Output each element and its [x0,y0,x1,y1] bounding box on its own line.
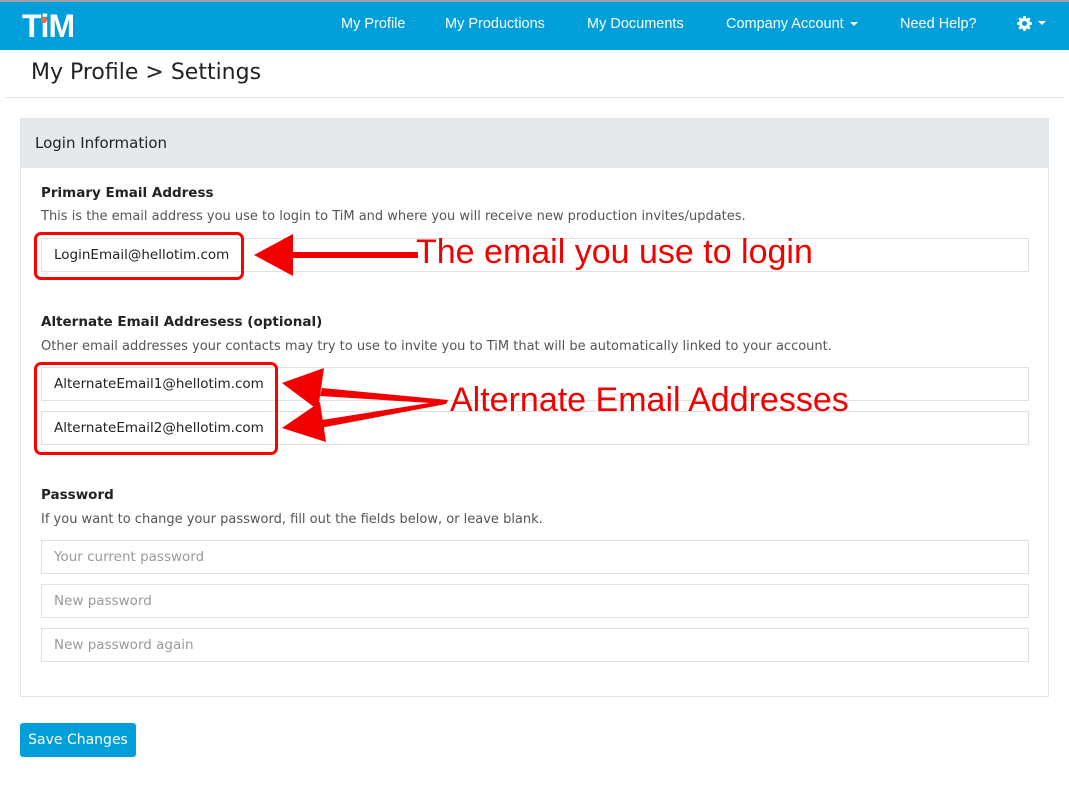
annotation-alternate-emails: Alternate Email Addresses [450,381,849,419]
arrow-to-alternate-email-1 [282,368,448,410]
annotation-login-email: The email you use to login [416,233,813,271]
arrow-to-alternate-email-2 [282,400,448,442]
arrow-to-primary-email [254,234,418,276]
